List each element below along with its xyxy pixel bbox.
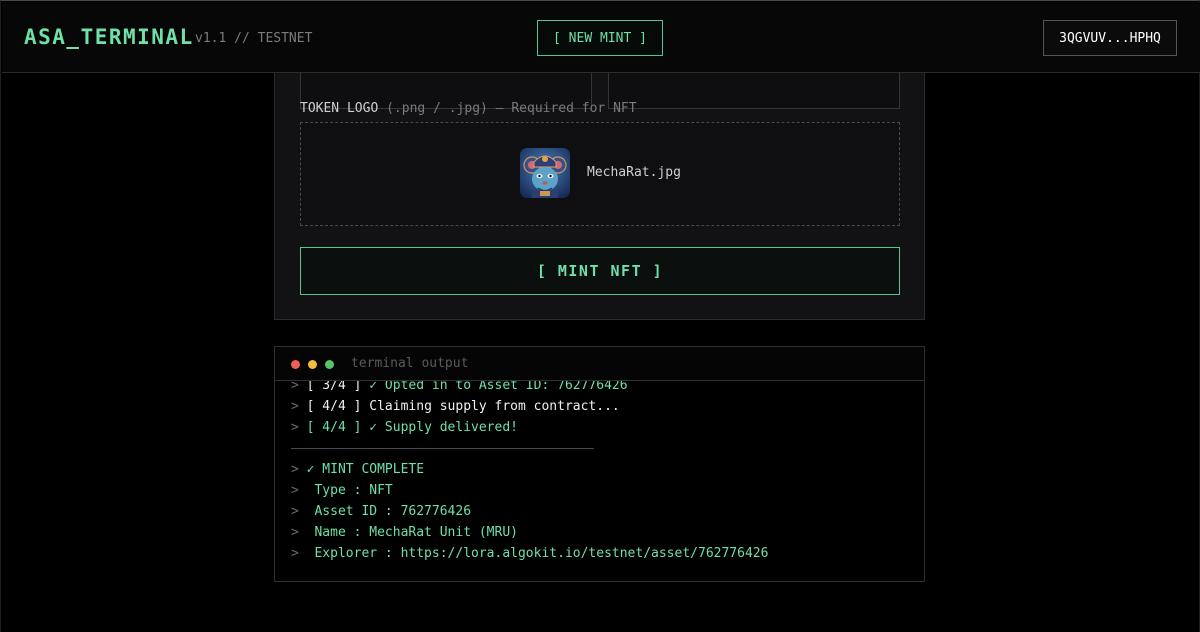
top-bar: ASA_TERMINAL v1.1 // TESTNET [ NEW MINT … [2, 2, 1200, 73]
app-window: ASA_TERMINAL v1.1 // TESTNET [ NEW MINT … [0, 0, 1200, 632]
token-logo-label: TOKEN LOGO (.png / .jpg) — Required for … [300, 101, 637, 116]
maximize-dot-icon [325, 360, 334, 369]
token-logo-hint: (.png / .jpg) — Required for NFT [386, 101, 637, 116]
detail-explorer-link[interactable]: > Explorer : https://lora.algokit.io/tes… [291, 543, 911, 564]
detail-asset-id: > Asset ID : 762776426 [291, 504, 472, 519]
mint-complete-line: > ✓ MINT COMPLETE [291, 462, 425, 477]
mint-nft-button[interactable]: [ MINT NFT ] [300, 247, 900, 295]
log-line: > [ 4/4 ] Claiming supply from contract.… [291, 399, 620, 414]
logo-dropzone[interactable]: MechaRat.jpg [300, 122, 900, 226]
terminal-output-panel: > [ 3/4 ] ✓ Opted in to Asset ID: 762776… [274, 346, 925, 582]
logo-filename: MechaRat.jpg [587, 165, 681, 180]
mecharat-image-icon [520, 148, 570, 198]
token-logo-label-text: TOKEN LOGO [300, 101, 379, 116]
detail-name: > Name : MechaRat Unit (MRU) [291, 525, 518, 540]
app-title: ASA_TERMINAL [24, 25, 194, 49]
new-mint-button[interactable]: [ NEW MINT ] [537, 20, 663, 56]
version-label: v1.1 // TESTNET [195, 31, 313, 46]
mint-form-panel: TOKEN LOGO (.png / .jpg) — Required for … [274, 41, 925, 320]
wallet-address-button[interactable]: 3QGVUV...HPHQ [1043, 20, 1177, 56]
minimize-dot-icon [308, 360, 317, 369]
terminal-titlebar: terminal output [275, 347, 924, 381]
log-divider [291, 448, 594, 449]
form-field-right[interactable] [608, 72, 900, 109]
detail-type: > Type : NFT [291, 483, 393, 498]
close-dot-icon [291, 360, 300, 369]
terminal-title: terminal output [351, 356, 469, 371]
log-line: > [ 4/4 ] ✓ Supply delivered! [291, 420, 518, 435]
terminal-log: > [ 3/4 ] ✓ Opted in to Asset ID: 762776… [291, 375, 911, 564]
logo-thumbnail [520, 148, 570, 198]
